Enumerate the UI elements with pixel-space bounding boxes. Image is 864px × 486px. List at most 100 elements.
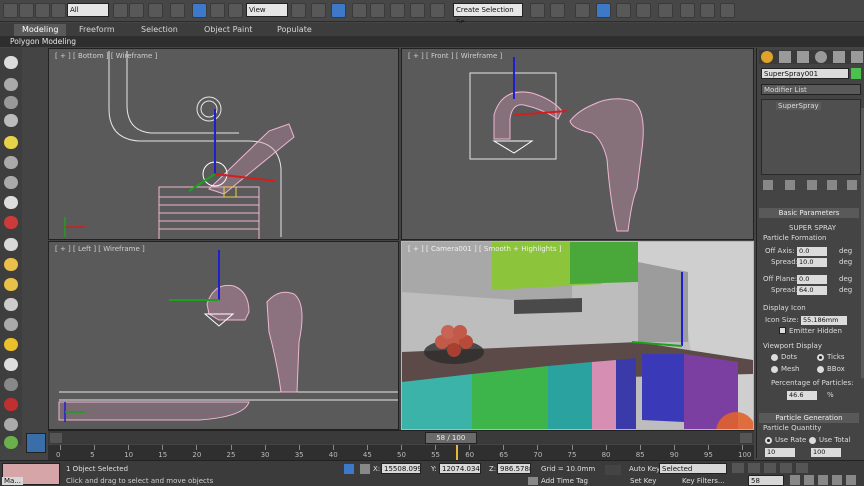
next-frame-icon[interactable] [780, 463, 792, 473]
previous-frame-icon[interactable] [748, 463, 760, 473]
mirror-icon[interactable] [530, 3, 545, 18]
absolute-mode-icon[interactable] [360, 464, 370, 474]
rollout-particle-generation[interactable]: Particle Generation [759, 413, 859, 423]
render-production-icon[interactable] [720, 3, 735, 18]
viewport-camera[interactable]: [ + ] [ Camera001 ] [ Smooth + Highlight… [401, 241, 754, 430]
tab-freeform[interactable]: Freeform [79, 24, 115, 36]
remove-modifier-icon[interactable] [827, 180, 837, 190]
time-tag-icon[interactable] [528, 477, 538, 485]
schematic-view-icon[interactable] [636, 3, 651, 18]
particles-icon[interactable] [4, 378, 18, 391]
viewport-label-front[interactable]: [ + ] [ Front ] [ Wireframe ] [408, 52, 502, 60]
foliage-icon[interactable] [4, 436, 18, 449]
keyboard-shortcut-icon[interactable] [331, 3, 346, 18]
viewport-left[interactable]: [ + ] [ Left ] [ Wireframe ] [48, 241, 399, 430]
select-rotate-icon[interactable] [210, 3, 225, 18]
teapot-icon[interactable] [4, 358, 18, 371]
viewport-label-bottom[interactable]: [ + ] [ Bottom ] [ Wireframe ] [55, 52, 157, 60]
current-frame-field[interactable]: 58 [748, 475, 784, 486]
rate-spinner[interactable]: 10 [765, 448, 795, 457]
emitter-hidden-checkbox[interactable] [779, 327, 786, 334]
utilities-tab-icon[interactable] [851, 51, 863, 63]
time-slider-thumb[interactable]: 58 / 100 [424, 432, 477, 444]
spacewarp-icon[interactable] [4, 196, 18, 209]
viewport-layout-icon[interactable] [26, 433, 46, 453]
viewport-label-camera[interactable]: [ + ] [ Camera001 ] [ Smooth + Highlight… [408, 245, 561, 253]
motion-icon[interactable] [4, 114, 18, 127]
cylinder-icon[interactable] [4, 278, 18, 291]
ticks-radio[interactable] [817, 354, 824, 361]
render-setup-icon[interactable] [680, 3, 695, 18]
key-icon[interactable] [605, 465, 621, 475]
select-manipulate-icon[interactable] [311, 3, 326, 18]
dynamics-icon[interactable] [4, 398, 18, 411]
light-icon[interactable] [4, 136, 18, 149]
off-axis-spinner[interactable]: 0.0 [797, 247, 827, 256]
total-spinner[interactable]: 100 [811, 448, 841, 457]
edit-named-selections-icon[interactable] [430, 3, 445, 18]
spread1-spinner[interactable]: 10.0 [797, 258, 827, 267]
rendered-frame-window-icon[interactable] [700, 3, 715, 18]
bbox-radio[interactable] [817, 366, 824, 373]
systems-icon[interactable] [4, 216, 18, 229]
camera-icon[interactable] [4, 156, 18, 169]
lock-selection-icon[interactable] [344, 464, 354, 474]
modify-icon[interactable] [4, 78, 18, 91]
redo-icon[interactable] [19, 3, 34, 18]
spinner-snap-icon[interactable] [410, 3, 425, 18]
window-crossing-icon[interactable] [170, 3, 185, 18]
off-plane-spinner[interactable]: 0.0 [797, 275, 827, 284]
auto-key-button[interactable]: Auto Key [629, 465, 660, 473]
angle-snap-icon[interactable] [370, 3, 385, 18]
z-coordinate-field[interactable]: 986.578mm [497, 463, 531, 474]
tab-selection[interactable]: Selection [141, 24, 178, 36]
x-coordinate-field[interactable]: 15508.099 [381, 463, 421, 474]
snaps-toggle-icon[interactable] [352, 3, 367, 18]
use-rate-radio[interactable] [765, 437, 772, 444]
motion-tab-icon[interactable] [815, 51, 827, 63]
viewport-front[interactable]: [ + ] [ Front ] [ Wireframe ] [401, 48, 754, 240]
toggle-ribbon-icon[interactable] [596, 3, 611, 18]
prev-frame-button[interactable] [50, 433, 62, 443]
zoom-all-icon[interactable] [804, 475, 814, 485]
box-icon[interactable] [4, 238, 18, 251]
display-tab-icon[interactable] [833, 51, 845, 63]
spread2-spinner[interactable]: 64.0 [797, 286, 827, 295]
select-scale-icon[interactable] [228, 3, 243, 18]
icon-size-spinner[interactable]: 55.186mm [801, 316, 847, 325]
time-slider[interactable]: 58 / 100 [48, 430, 754, 444]
stack-item-superspray[interactable]: SuperSpray [776, 102, 821, 110]
percentage-spinner[interactable]: 46.6 [787, 391, 817, 400]
next-frame-button[interactable] [740, 433, 752, 443]
layer-explorer-icon[interactable] [575, 3, 590, 18]
key-filters-button[interactable]: Key Filters... [682, 477, 725, 485]
selection-filter-dropdown[interactable]: All [67, 3, 109, 17]
pin-stack-icon[interactable] [763, 180, 773, 190]
viewport-bottom[interactable]: [ + ] [ Bottom ] [ Wireframe ] [48, 48, 399, 240]
play-icon[interactable] [764, 463, 776, 473]
object-name-field[interactable]: SuperSpray001 [761, 68, 849, 79]
select-object-icon[interactable] [113, 3, 128, 18]
use-total-radio[interactable] [809, 437, 816, 444]
percent-snap-icon[interactable] [390, 3, 405, 18]
select-move-icon[interactable] [192, 3, 207, 18]
maximize-viewport-icon[interactable] [846, 475, 856, 485]
align-icon[interactable] [550, 3, 565, 18]
create-tab-icon[interactable] [761, 51, 773, 63]
trackbar[interactable]: 0 5 10 15 20 25 30 35 40 45 50 55 60 65 70 75 80 85 90 95 10… [48, 445, 754, 460]
unlink-icon[interactable] [51, 3, 66, 18]
cone-icon[interactable] [4, 298, 18, 311]
viewport-label-left[interactable]: [ + ] [ Left ] [ Wireframe ] [55, 245, 145, 253]
sphere-icon[interactable] [4, 258, 18, 271]
curve-editor-icon[interactable] [616, 3, 631, 18]
show-end-result-icon[interactable] [785, 180, 795, 190]
tab-modeling[interactable]: Modeling [14, 24, 67, 36]
configure-sets-icon[interactable] [847, 180, 857, 190]
y-coordinate-field[interactable]: 12074.034 [439, 463, 481, 474]
mesh-radio[interactable] [771, 366, 778, 373]
modify-tab-icon[interactable] [779, 51, 791, 63]
select-by-name-icon[interactable] [129, 3, 144, 18]
go-to-end-icon[interactable] [796, 463, 808, 473]
make-unique-icon[interactable] [807, 180, 817, 190]
orbit-icon[interactable] [832, 475, 842, 485]
